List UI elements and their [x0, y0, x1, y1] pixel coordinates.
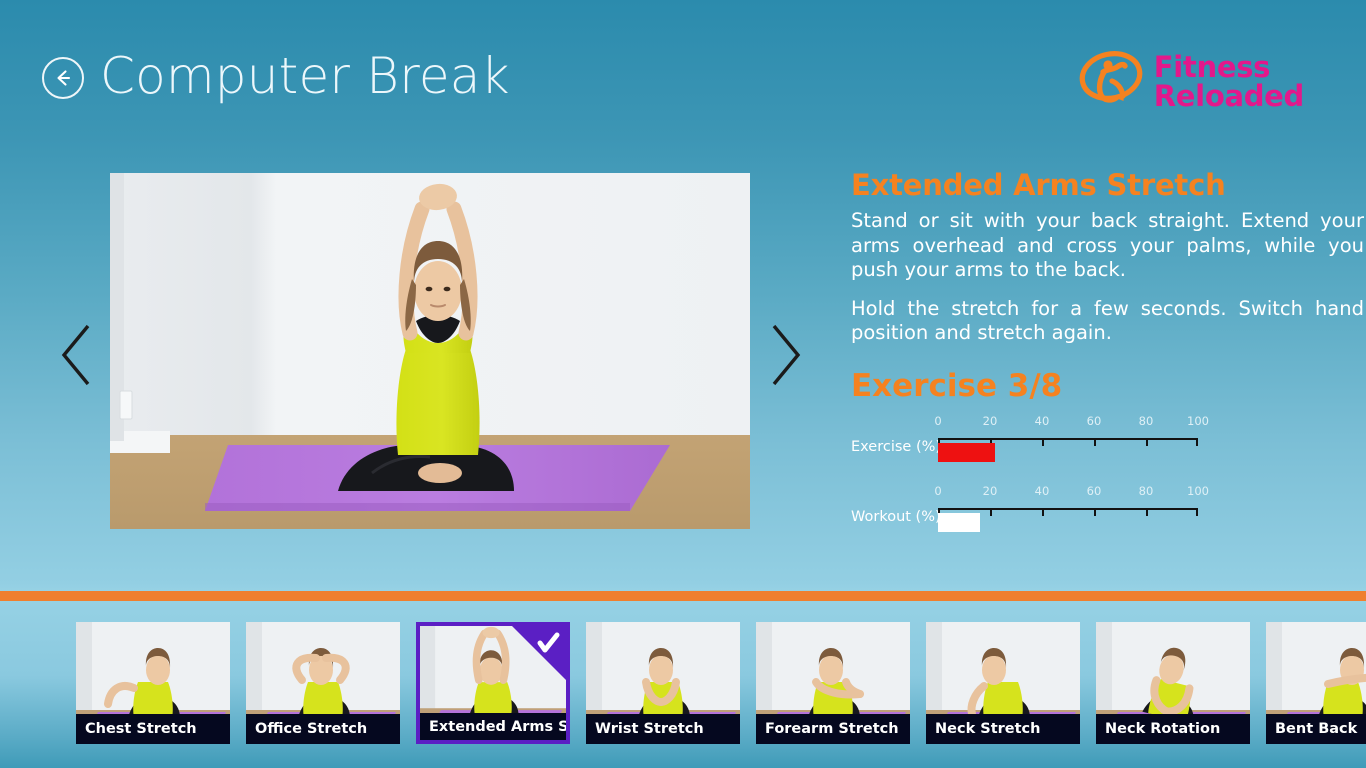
workout-tick-20: 20 [982, 483, 998, 498]
workout-tick-40: 40 [1034, 483, 1050, 498]
brand-logo: Fitness Reloaded [1078, 48, 1304, 115]
exercise-description-1: Stand or sit with your back straight. Ex… [851, 209, 1364, 282]
exercise-bar-track [938, 442, 1198, 462]
exercise-title: Extended Arms Stretch [851, 168, 1226, 202]
exercise-tick-60: 60 [1086, 413, 1102, 428]
exercise-description-2: Hold the stretch for a few seconds. Swit… [851, 296, 1364, 345]
thumbnail-bent-back[interactable]: Bent Back [1266, 622, 1366, 744]
next-exercise-button[interactable] [765, 322, 807, 393]
thumbnail-chest-stretch[interactable]: Chest Stretch [76, 622, 230, 744]
logo-line-1: Fitness [1153, 50, 1271, 85]
page-title: Computer Break [100, 47, 510, 105]
thumbnail-extended-arms-stretch[interactable]: Extended Arms Stretch [416, 622, 570, 744]
thumbnail-office-stretch[interactable]: Office Stretch [246, 622, 400, 744]
chevron-right-icon [765, 324, 807, 392]
logo-line-2: Reloaded [1153, 78, 1305, 113]
thumbnail-label: Bent Back [1266, 714, 1366, 744]
thumbnail-label: Forearm Stretch [756, 714, 910, 744]
exercise-tick-0: 0 [934, 413, 942, 428]
workout-bar-track [938, 512, 1198, 532]
back-arrow-circle-icon [51, 66, 75, 90]
workout-gauge-label: Workout (%) [851, 508, 941, 525]
exercise-bar-fill [938, 442, 996, 462]
thumbnail-neck-rotation[interactable]: Neck Rotation [1096, 622, 1250, 744]
exercise-image [110, 173, 750, 529]
exercise-counter: Exercise 3/8 [851, 367, 1063, 404]
thumbnail-label: Wrist Stretch [586, 714, 740, 744]
thumbnail-neck-stretch[interactable]: Neck Stretch [926, 622, 1080, 744]
exercise-tick-40: 40 [1034, 413, 1050, 428]
section-divider [0, 591, 1366, 601]
thumbnail-label: Extended Arms Stretch [420, 713, 566, 740]
workout-tick-60: 60 [1086, 483, 1102, 498]
exercise-detail-panel: Extended Arms Stretch Stand or sit with … [851, 168, 1366, 546]
workout-tick-0: 0 [934, 483, 942, 498]
workout-tick-100: 100 [1187, 483, 1209, 498]
exercise-tick-80: 80 [1138, 413, 1154, 428]
exercise-photo [110, 173, 750, 529]
exercise-gauge-label: Exercise (%) [851, 438, 942, 455]
chevron-left-icon [55, 324, 97, 392]
thumbnail-label: Neck Rotation [1096, 714, 1250, 744]
exercise-thumbnail-strip[interactable]: Chest Stretch Office Stretch Extended Ar… [76, 622, 1366, 746]
fitness-reloaded-runner-icon [1078, 48, 1144, 115]
exercise-tick-20: 20 [982, 413, 998, 428]
exercise-axis-line [938, 437, 1198, 441]
exercise-progress-gauge: Exercise (%) 0 20 40 60 80 100 [851, 414, 1366, 476]
thumbnail-label: Office Stretch [246, 714, 400, 744]
thumbnail-wrist-stretch[interactable]: Wrist Stretch [586, 622, 740, 744]
workout-bar-fill [938, 512, 980, 532]
thumbnail-label: Chest Stretch [76, 714, 230, 744]
exercise-tick-100: 100 [1187, 413, 1209, 428]
workout-tick-80: 80 [1138, 483, 1154, 498]
thumbnail-label: Neck Stretch [926, 714, 1080, 744]
back-button[interactable] [42, 57, 84, 99]
thumbnail-forearm-stretch[interactable]: Forearm Stretch [756, 622, 910, 744]
app-header: Computer Break Fitness Reloaded [0, 0, 1366, 150]
workout-progress-gauge: Workout (%) 0 20 40 60 80 100 [851, 484, 1366, 546]
workout-axis-line [938, 507, 1198, 511]
previous-exercise-button[interactable] [55, 322, 97, 393]
